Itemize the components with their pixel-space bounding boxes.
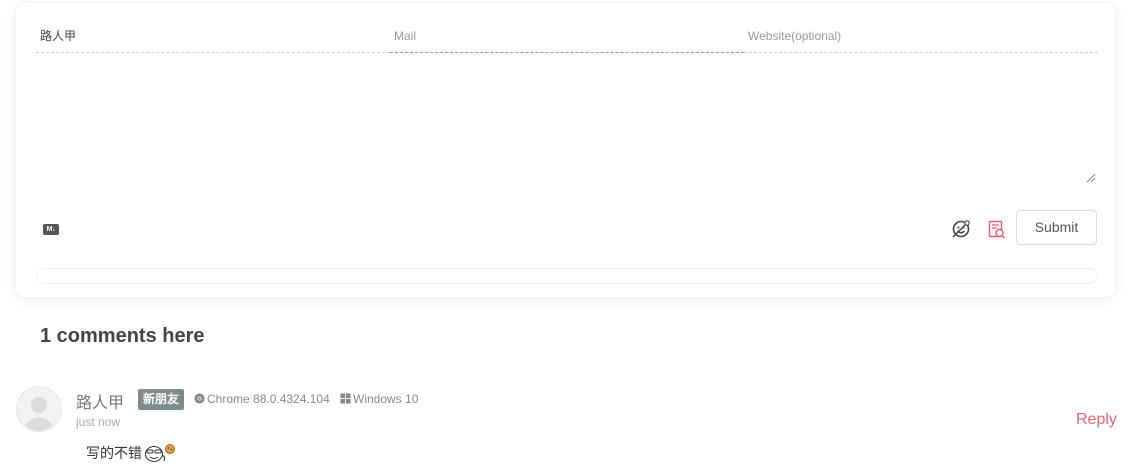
comment-author[interactable]: 路人甲 (76, 389, 124, 413)
comments-count-heading: 1 comments here (40, 325, 205, 348)
resize-grip-icon[interactable] (1086, 173, 1096, 183)
cool-face-sticker-icon (145, 446, 166, 462)
comment-time: just now (76, 415, 121, 429)
emoji-icon[interactable] (951, 219, 971, 239)
form-status-bar (36, 268, 1098, 284)
website-placeholder: Website(optional) (748, 29, 842, 43)
comments-count-suffix: comments here (51, 325, 205, 347)
reply-link[interactable]: Reply (1076, 411, 1117, 429)
os-info: Windows 10 (340, 392, 418, 406)
comment-textarea[interactable] (36, 57, 1098, 185)
chrome-icon (194, 393, 205, 404)
nickname-value: 路人甲 (40, 29, 77, 43)
markdown-icon[interactable]: M↓ (43, 224, 59, 235)
browser-label: Chrome 88.0.4324.104 (207, 392, 330, 406)
preview-icon[interactable] (988, 220, 1006, 240)
comment-body: 写的不错 (86, 443, 175, 463)
website-field[interactable]: Website(optional) (744, 25, 1098, 53)
level-badge: 新朋友 (138, 389, 185, 410)
mail-placeholder: Mail (394, 29, 417, 43)
nickname-field[interactable]: 路人甲 (36, 25, 390, 53)
submit-button[interactable]: Submit (1016, 210, 1097, 245)
comment-text: 写的不错 (86, 445, 142, 461)
comments-count-number: 1 (40, 325, 52, 347)
cookie-sticker-icon (165, 444, 175, 454)
browser-info: Chrome 88.0.4324.104 (194, 392, 330, 406)
os-label: Windows 10 (353, 392, 419, 406)
windows-icon (340, 393, 351, 404)
comment-form-card: 路人甲 Mail Website(optional) M↓ Submit (15, 2, 1116, 298)
avatar-icon (16, 386, 62, 432)
mail-field[interactable]: Mail (390, 25, 744, 53)
